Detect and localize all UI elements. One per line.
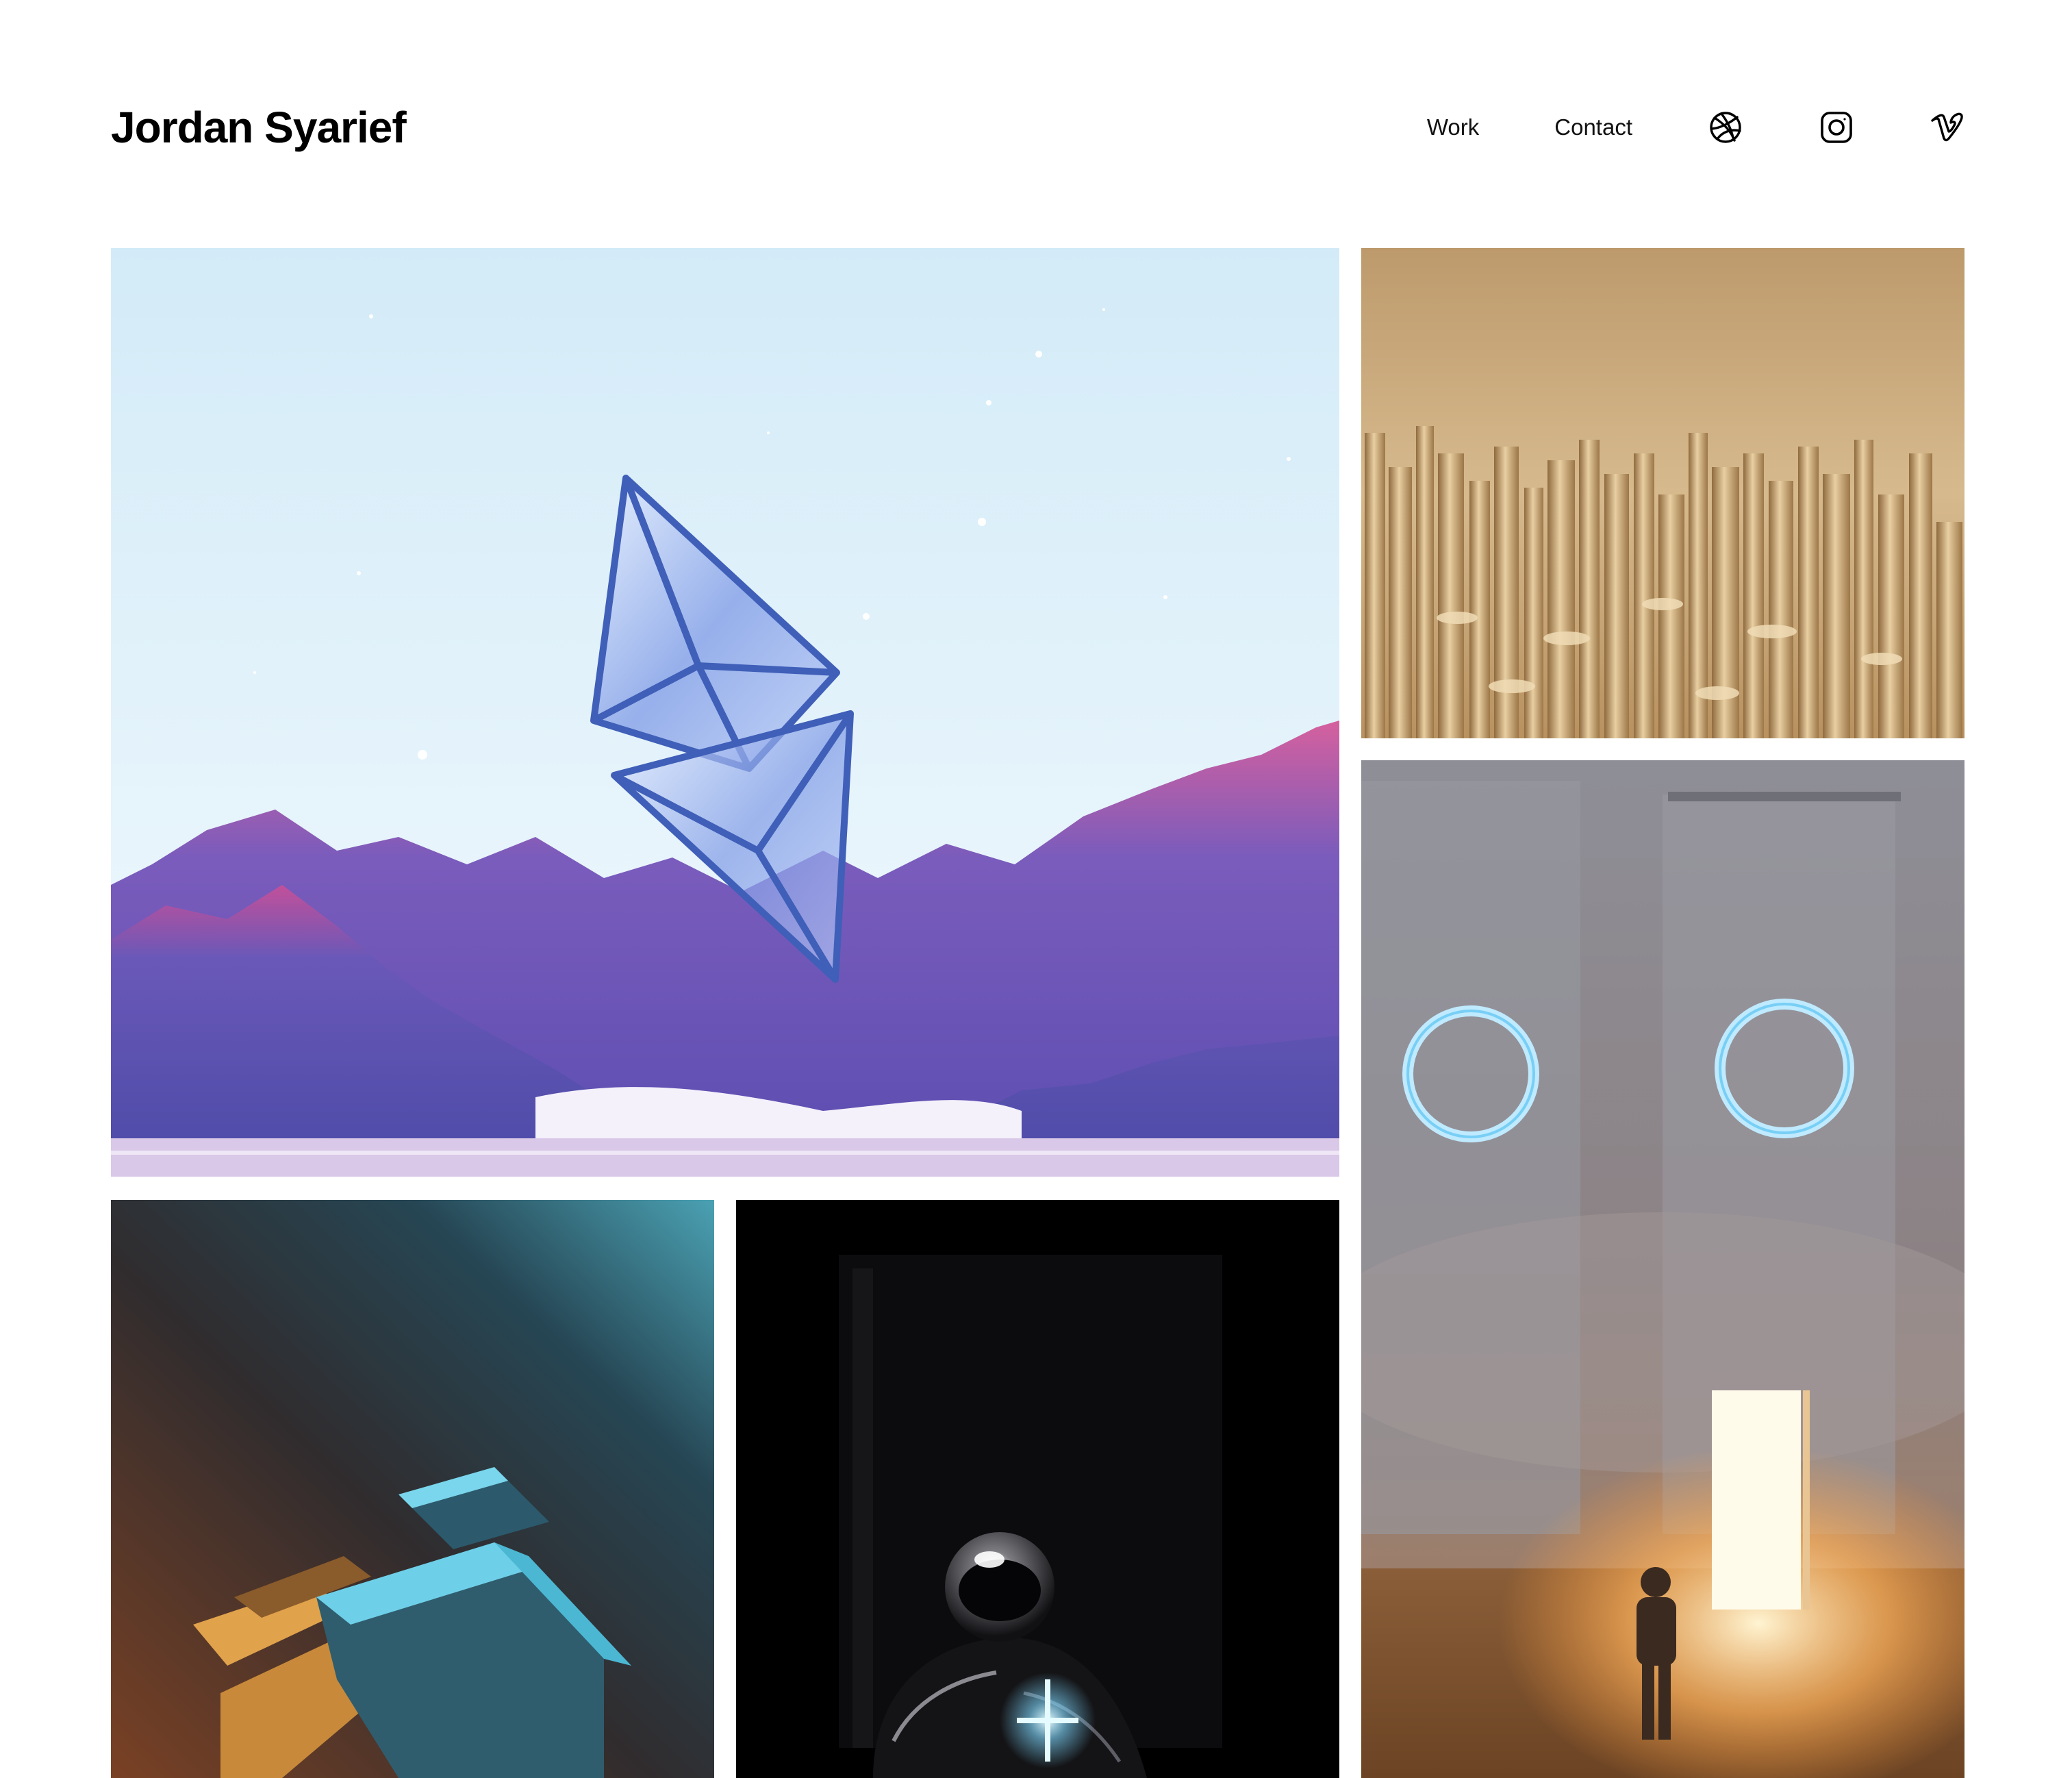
artwork-eth-crystal[interactable] — [111, 248, 1339, 1177]
artwork-glowing-portal[interactable] — [1361, 760, 1964, 1778]
golden-cylinders-image — [1361, 248, 1964, 738]
artwork-cubes[interactable] — [111, 1200, 714, 1778]
astronaut-dark-image — [736, 1200, 1339, 1778]
glowing-portal-image — [1361, 760, 1964, 1778]
eth-crystal-image — [111, 248, 1339, 1177]
cubes-image — [111, 1200, 714, 1778]
site-title[interactable]: Jordan Syarief — [111, 96, 407, 159]
artwork-astronaut-dark[interactable] — [736, 1200, 1339, 1778]
nav-contact-link[interactable]: Contact — [1554, 114, 1632, 140]
dribbble-icon[interactable] — [1708, 110, 1743, 145]
portfolio-page: Jordan Syarief Work Contact — [0, 0, 2072, 1778]
artwork-golden-cylinders[interactable] — [1361, 248, 1964, 738]
nav-work-link[interactable]: Work — [1427, 114, 1479, 140]
vimeo-icon[interactable] — [1930, 110, 1965, 145]
main-nav: Work Contact — [1427, 103, 1965, 152]
instagram-icon[interactable] — [1819, 110, 1854, 145]
